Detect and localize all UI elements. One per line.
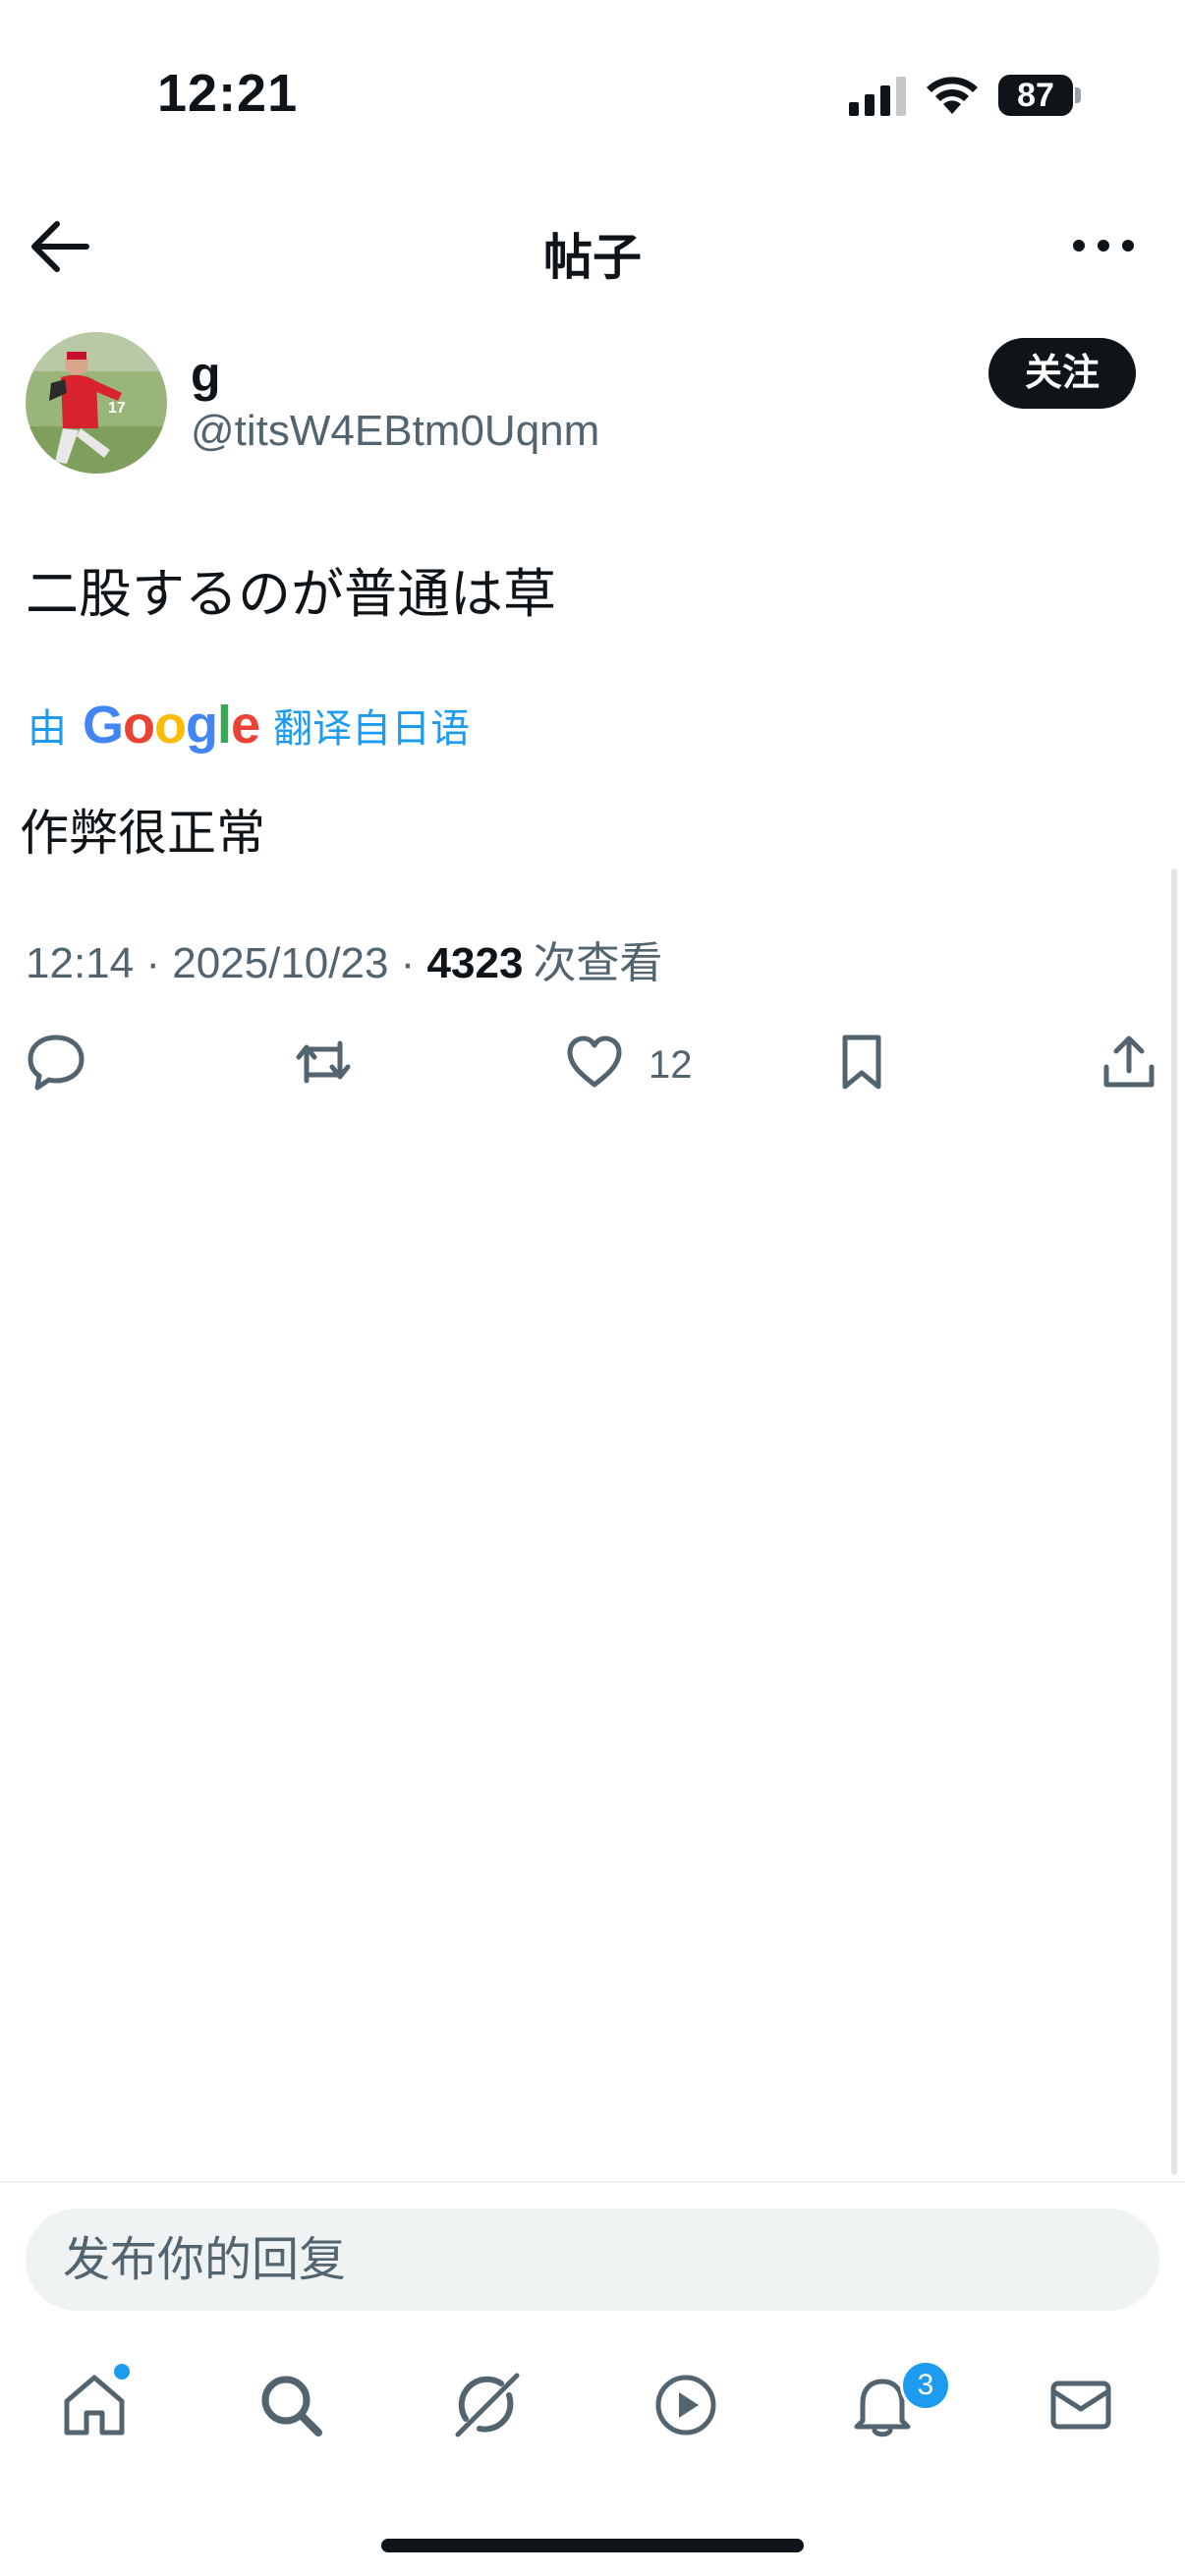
translate-suffix: 翻译自日语 xyxy=(273,707,471,751)
svg-text:17: 17 xyxy=(108,400,126,417)
notification-badge: 3 xyxy=(900,2360,951,2411)
author-name[interactable]: g xyxy=(191,346,221,403)
divider xyxy=(0,2181,1185,2183)
like-button[interactable] xyxy=(564,1032,625,1096)
view-count[interactable]: 4323 xyxy=(427,939,524,988)
share-icon xyxy=(1103,1036,1155,1088)
grok-icon xyxy=(455,2373,520,2437)
reply-icon xyxy=(28,1035,85,1091)
search-icon xyxy=(261,2376,322,2436)
repost-icon xyxy=(296,1040,351,1084)
wifi-icon xyxy=(927,77,978,114)
post-time: 12:14 xyxy=(26,939,135,987)
google-logo: Google xyxy=(83,696,260,755)
cellular-signal-icon xyxy=(849,77,906,116)
tab-home[interactable] xyxy=(59,2370,138,2448)
post-date: 2025/10/23 xyxy=(172,939,389,987)
like-count: 12 xyxy=(649,1043,693,1087)
bookmark-button[interactable] xyxy=(831,1032,892,1096)
translation-attribution[interactable]: 由 Google 翻译自日语 xyxy=(28,694,470,756)
follow-button[interactable]: 关注 xyxy=(988,338,1136,409)
avatar[interactable]: 17 xyxy=(26,332,167,474)
view-label: 次查看 xyxy=(533,939,663,987)
bookmark-icon xyxy=(842,1035,881,1090)
translate-prefix: 由 xyxy=(28,707,67,751)
home-indicator[interactable] xyxy=(381,2539,804,2552)
home-notification-dot xyxy=(114,2364,130,2380)
reply-button[interactable] xyxy=(26,1032,86,1096)
scrollbar[interactable] xyxy=(1171,868,1177,2175)
author-handle[interactable]: @titsW4EBtm0Uqnm xyxy=(191,407,599,456)
tab-search[interactable] xyxy=(255,2370,334,2448)
mail-icon xyxy=(1050,2380,1111,2430)
more-options-icon[interactable] xyxy=(1069,226,1138,265)
share-button[interactable] xyxy=(1099,1032,1159,1096)
tab-messages[interactable] xyxy=(1045,2370,1124,2448)
reply-input[interactable] xyxy=(26,2209,1159,2311)
page-title: 帖子 xyxy=(543,230,642,285)
battery-icon: 87 xyxy=(998,75,1081,118)
battery-level: 87 xyxy=(998,75,1073,116)
post-meta: 12:14 · 2025/10/23 · 4323 次查看 xyxy=(26,927,662,990)
home-icon xyxy=(64,2375,125,2436)
video-icon xyxy=(655,2375,716,2436)
tab-grok[interactable] xyxy=(452,2370,531,2448)
tab-video[interactable] xyxy=(650,2370,729,2448)
translated-text: 作弊很正常 xyxy=(20,806,265,861)
post-text: 二股するのが普通は草 xyxy=(26,565,556,624)
repost-button[interactable] xyxy=(293,1032,354,1096)
status-time: 12:21 xyxy=(157,64,299,123)
heart-icon xyxy=(567,1036,622,1088)
